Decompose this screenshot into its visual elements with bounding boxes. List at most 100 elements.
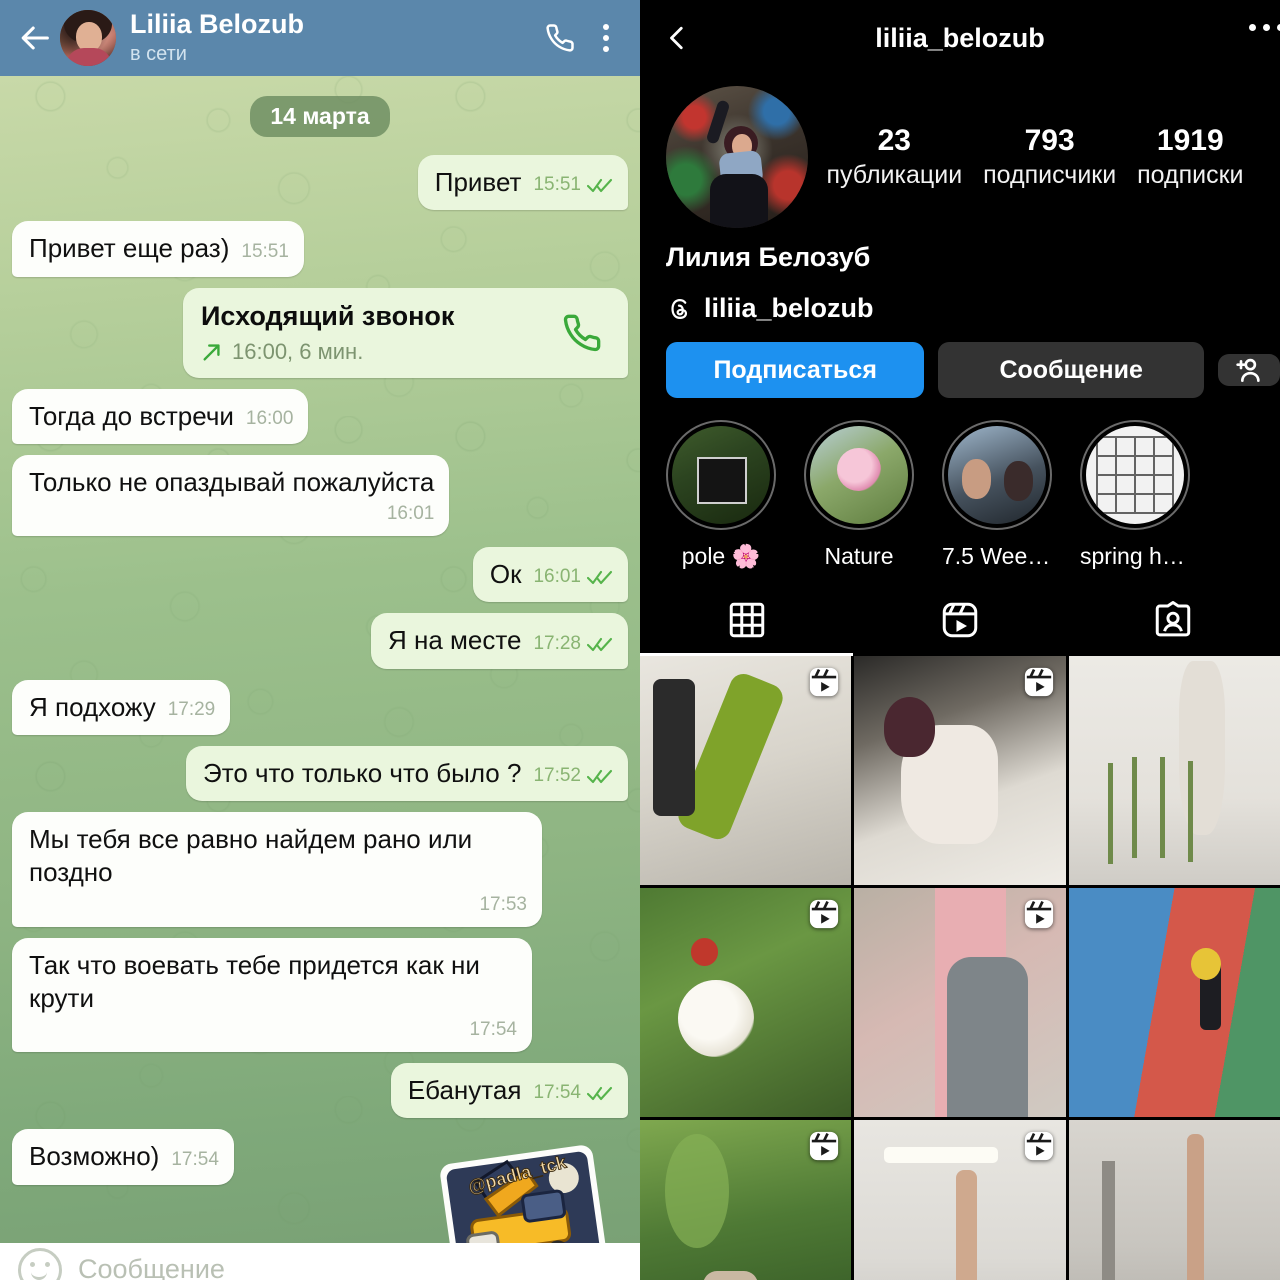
message-bubble-incoming[interactable]: Привет еще раз) 15:51 xyxy=(12,221,304,277)
post-thumbnail[interactable] xyxy=(854,656,1066,885)
contact-name: Liliia Belozub xyxy=(130,9,305,39)
highlight-item[interactable]: Nature xyxy=(804,420,914,570)
instagram-profile-panel: liliia_belozub 23 публикации 793 подписч… xyxy=(640,0,1280,1280)
message-text: Я подхожу xyxy=(29,691,156,722)
stat-label: подписчики xyxy=(983,161,1117,189)
threads-handle: liliia_belozub xyxy=(704,293,874,323)
add-person-icon[interactable] xyxy=(1218,354,1280,386)
message-meta: 16:01 xyxy=(533,566,613,591)
message-time: 17:28 xyxy=(533,632,581,654)
telegram-message-area[interactable]: 14 марта Привет 15:51 Привет еще раз) 15… xyxy=(0,76,640,1280)
date-badge: 14 марта xyxy=(250,96,390,137)
message-text: Возможно) xyxy=(29,1141,160,1172)
post-thumbnail[interactable] xyxy=(1068,888,1280,1117)
message-bubble-outgoing[interactable]: Это что только что было ? 17:52 xyxy=(186,745,628,802)
message-text: Тогда до встречи xyxy=(29,400,234,431)
message-list: 14 марта Привет 15:51 Привет еще раз) 15… xyxy=(0,76,640,1280)
message-bubble-incoming[interactable]: Тогда до встречи 16:00 xyxy=(12,388,309,444)
post-thumbnail[interactable] xyxy=(854,1120,1066,1280)
stat-following[interactable]: 1919 подписки xyxy=(1137,124,1243,190)
message-time: 17:52 xyxy=(533,765,581,787)
message-text: Ебанутая xyxy=(407,1075,522,1106)
profile-bio: Лилия Белозуб liliia_belozub xyxy=(640,228,1280,324)
message-row: Привет еще раз) 15:51 xyxy=(12,221,628,277)
highlight-item[interactable]: pole 🌸 xyxy=(666,420,776,570)
follow-button[interactable]: Подписаться xyxy=(666,342,925,398)
message-time: 16:00 xyxy=(245,407,294,429)
reels-icon xyxy=(942,602,978,638)
highlight-label: 7.5 Weekend xyxy=(942,543,1052,569)
read-ticks-icon xyxy=(587,770,613,784)
reel-icon xyxy=(807,1129,841,1163)
message-bubble-outgoing[interactable]: Я на месте 17:28 xyxy=(371,613,628,669)
message-bubble-outgoing[interactable]: Ок 16:01 xyxy=(472,547,628,603)
profile-username: liliia_belozub xyxy=(875,22,1045,53)
message-text: Так что воевать тебе придется как ни кру… xyxy=(29,949,480,1013)
highlight-label: spring holid... xyxy=(1080,543,1190,569)
message-meta: 17:54 xyxy=(171,1149,219,1174)
telegram-title-block[interactable]: Liliia Belozub в сети xyxy=(130,10,534,67)
profile-summary: 23 публикации 793 подписчики 1919 подпис… xyxy=(640,76,1280,228)
profile-stats: 23 публикации 793 подписчики 1919 подпис… xyxy=(808,124,1254,190)
message-time: 15:51 xyxy=(533,174,581,196)
phone-icon[interactable] xyxy=(534,12,586,64)
split-screenshot: Liliia Belozub в сети 14 марта Привет 15… xyxy=(0,0,1280,1280)
profile-tabs xyxy=(640,584,1280,656)
highlight-item[interactable]: 7.5 Weekend xyxy=(942,420,1052,570)
highlight-label: pole 🌸 xyxy=(681,543,761,569)
message-row: Это что только что было ? 17:52 xyxy=(12,745,628,802)
smiley-icon[interactable] xyxy=(18,1247,62,1280)
highlight-label: Nature xyxy=(824,543,894,569)
tagged-icon xyxy=(1156,601,1191,637)
post-thumbnail[interactable] xyxy=(1068,656,1280,885)
stat-followers[interactable]: 793 подписчики xyxy=(983,124,1116,190)
message-text: Это что только что было ? xyxy=(203,757,522,788)
reel-icon xyxy=(807,665,841,699)
message-bubble-outgoing[interactable]: Ебанутая 17:54 xyxy=(390,1063,628,1119)
threads-link[interactable]: liliia_belozub xyxy=(666,293,1254,324)
stat-posts[interactable]: 23 публикации xyxy=(826,124,962,190)
read-ticks-icon xyxy=(587,571,613,585)
grid-icon xyxy=(729,602,764,638)
message-bubble-incoming[interactable]: Мы тебя все равно найдем рано или поздно… xyxy=(12,812,542,927)
more-vertical-icon[interactable] xyxy=(586,12,626,64)
more-horizontal-icon[interactable] xyxy=(1249,24,1280,31)
message-bubble-incoming[interactable]: Так что воевать тебе придется как ни кру… xyxy=(12,937,532,1053)
highlight-item[interactable]: spring holid... xyxy=(1080,420,1190,570)
message-bubble-outgoing[interactable]: Привет 15:51 xyxy=(417,155,628,211)
message-time: 16:01 xyxy=(533,566,581,588)
post-thumbnail[interactable] xyxy=(1068,1120,1280,1280)
profile-full-name: Лилия Белозуб xyxy=(666,242,871,272)
telegram-header: Liliia Belozub в сети xyxy=(0,0,640,76)
message-row: Тогда до встречи 16:00 xyxy=(12,388,628,444)
chevron-left-icon[interactable] xyxy=(654,14,702,62)
message-input-placeholder[interactable]: Сообщение xyxy=(78,1254,225,1280)
message-row: Я подхожу 17:29 xyxy=(12,679,628,735)
post-thumbnail[interactable] xyxy=(640,656,852,885)
message-row: Привет 15:51 xyxy=(12,155,628,211)
reel-icon xyxy=(1022,1129,1056,1163)
message-bubble-incoming[interactable]: Возможно) 17:54 xyxy=(12,1129,234,1185)
post-thumbnail[interactable] xyxy=(640,1120,852,1280)
profile-avatar[interactable] xyxy=(666,86,808,228)
message-time: 17:54 xyxy=(171,1148,219,1170)
contact-avatar[interactable] xyxy=(60,10,116,66)
tab-tagged[interactable] xyxy=(1067,584,1280,656)
message-button[interactable]: Сообщение xyxy=(938,342,1204,398)
call-subtitle: 16:00, 6 мин. xyxy=(201,339,554,365)
message-input-bar[interactable]: Сообщение xyxy=(0,1243,640,1280)
message-bubble-incoming[interactable]: Только не опаздывай пожалуйста 16:01 xyxy=(12,454,450,537)
tab-grid[interactable] xyxy=(640,584,854,656)
message-text: Мы тебя все равно найдем рано или поздно xyxy=(29,824,473,888)
message-meta: 17:52 xyxy=(533,765,613,790)
message-time: 17:53 xyxy=(479,893,527,915)
call-message-bubble[interactable]: Исходящий звонок 16:00, 6 мин. xyxy=(183,287,628,378)
read-ticks-icon xyxy=(587,179,613,193)
message-bubble-incoming[interactable]: Я подхожу 17:29 xyxy=(12,679,231,735)
back-arrow-icon[interactable] xyxy=(14,16,58,60)
post-thumbnail[interactable] xyxy=(854,888,1066,1117)
message-text: Только не опаздывай пожалуйста xyxy=(29,466,435,497)
phone-icon[interactable] xyxy=(554,313,610,353)
post-thumbnail[interactable] xyxy=(640,888,852,1117)
tab-reels[interactable] xyxy=(853,584,1066,656)
